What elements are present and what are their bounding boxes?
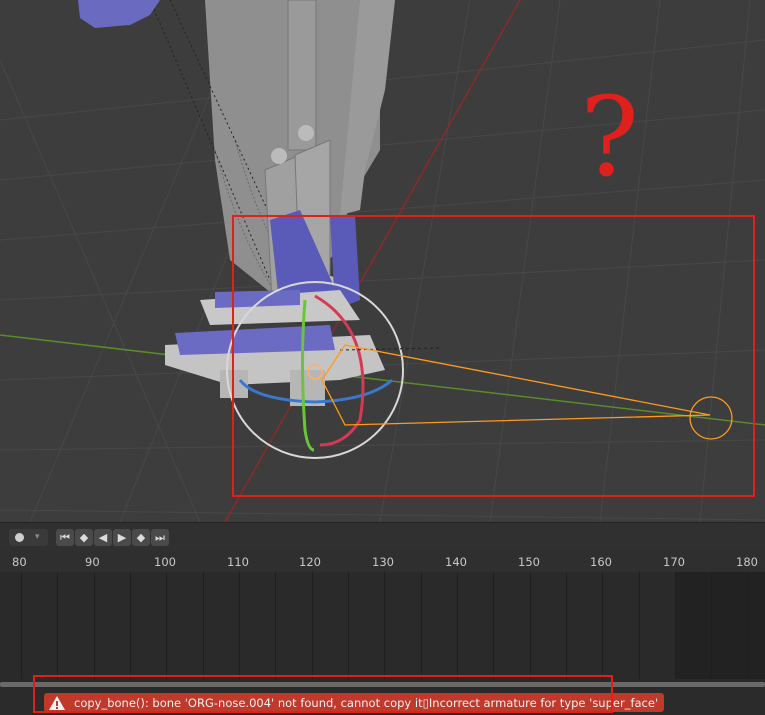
frame-ruler[interactable]: 80 90 100 110 120 130 140 150 160 170 18… — [0, 550, 765, 572]
annotation-box-viewport — [232, 215, 755, 497]
record-dot-icon — [15, 533, 24, 542]
frame-label: 80 — [12, 555, 27, 569]
frame-label: 100 — [154, 555, 176, 569]
prev-keyframe-icon: ◆ — [79, 531, 89, 544]
next-keyframe-icon: ◆ — [136, 531, 146, 544]
jump-end-icon: ⏭ — [155, 531, 165, 544]
chevron-down-icon: ▾ — [35, 532, 40, 542]
frame-label: 150 — [518, 555, 540, 569]
timeline-toolbar: ▾ ⏮ ◆ ◀ ▶ ◆ ⏭ — [0, 522, 765, 551]
out-of-range-area — [676, 572, 765, 679]
prev-keyframe-button[interactable]: ◆ — [75, 529, 93, 546]
annotation-box-error — [33, 675, 613, 713]
frame-label: 180 — [736, 555, 758, 569]
timeline-tracks[interactable] — [0, 572, 765, 679]
frame-label: 110 — [227, 555, 249, 569]
3d-viewport[interactable]: ? — [0, 0, 765, 522]
annotation-question-mark: ? — [580, 73, 639, 201]
frame-label: 120 — [299, 555, 321, 569]
play-reverse-button[interactable]: ◀ — [94, 529, 112, 546]
play-button[interactable]: ▶ — [113, 529, 131, 546]
record-button[interactable]: ▾ — [9, 529, 48, 546]
play-icon: ▶ — [117, 531, 127, 544]
jump-end-button[interactable]: ⏭ — [151, 529, 169, 546]
frame-label: 90 — [85, 555, 100, 569]
character-hand — [78, 0, 160, 28]
jump-start-button[interactable]: ⏮ — [56, 529, 74, 546]
frame-label: 130 — [372, 555, 394, 569]
next-keyframe-button[interactable]: ◆ — [132, 529, 150, 546]
frame-label: 140 — [445, 555, 467, 569]
frame-label: 170 — [663, 555, 685, 569]
jump-start-icon: ⏮ — [60, 531, 70, 544]
play-reverse-icon: ◀ — [98, 531, 108, 544]
frame-label: 160 — [590, 555, 612, 569]
